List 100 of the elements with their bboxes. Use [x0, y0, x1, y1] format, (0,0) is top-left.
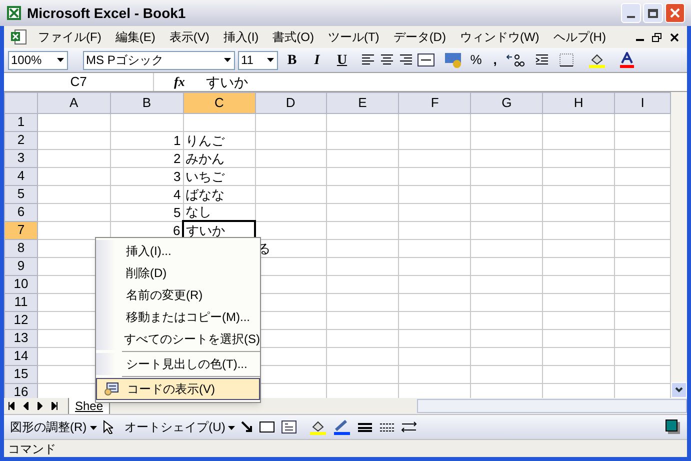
- comma-button[interactable]: ,: [488, 50, 502, 70]
- row-header[interactable]: 5: [4, 185, 38, 203]
- row-header[interactable]: 10: [4, 275, 38, 293]
- column-header[interactable]: F: [398, 92, 471, 113]
- rectangle-icon[interactable]: [259, 421, 276, 433]
- font-dropdown[interactable]: MS Pゴシック: [83, 50, 235, 70]
- menu-item[interactable]: 編集(E): [109, 28, 162, 46]
- row-header[interactable]: 14: [4, 347, 38, 365]
- column-header[interactable]: D: [255, 92, 326, 113]
- cell-text: 4: [172, 186, 182, 202]
- cell-text: 1: [172, 132, 182, 148]
- menu-item[interactable]: ファイル(F): [32, 28, 108, 46]
- menu-item[interactable]: 表示(V): [163, 28, 216, 46]
- context-menu-item[interactable]: 削除(D): [96, 262, 260, 284]
- row-header[interactable]: 11: [4, 293, 38, 311]
- cell-text: りんご: [184, 132, 226, 148]
- context-menu-item[interactable]: 移動またはコピー(M)...: [96, 306, 260, 328]
- row-header[interactable]: 16: [4, 383, 38, 398]
- indent-icon[interactable]: [534, 53, 550, 67]
- fill-color-icon[interactable]: [309, 419, 328, 435]
- dropdown-value: MS Pゴシック: [86, 52, 164, 69]
- arrow-icon[interactable]: [241, 421, 254, 433]
- context-menu-item[interactable]: シート見出しの色(T)...: [96, 353, 260, 375]
- merge-center-icon[interactable]: [417, 53, 435, 67]
- menu-item[interactable]: 書式(O): [266, 28, 320, 46]
- formula-input[interactable]: すいか: [204, 72, 687, 92]
- workbook-icon[interactable]: [10, 29, 28, 45]
- pointer-icon[interactable]: [102, 420, 113, 434]
- column-header[interactable]: E: [326, 92, 399, 113]
- bold-button[interactable]: B: [281, 50, 303, 70]
- shadow-icon[interactable]: [665, 419, 681, 435]
- text-box-icon[interactable]: [281, 420, 298, 434]
- row-header[interactable]: 2: [4, 131, 38, 149]
- cell-text: いちご: [184, 168, 226, 184]
- menu-item[interactable]: ウィンドウ(W): [454, 28, 546, 46]
- row-header[interactable]: 6: [4, 203, 38, 221]
- column-header[interactable]: I: [614, 92, 670, 113]
- dropdown-value: 100%: [11, 52, 42, 69]
- menu-item[interactable]: 挿入(I): [217, 28, 265, 46]
- status-text: コマンド: [8, 440, 56, 457]
- italic-button[interactable]: I: [306, 50, 328, 70]
- line-color-icon[interactable]: [333, 419, 352, 435]
- dropdown-arrow-icon: [90, 426, 97, 430]
- row-header[interactable]: 12: [4, 311, 38, 329]
- close-button[interactable]: [665, 3, 685, 23]
- restore-icon[interactable]: [652, 32, 662, 42]
- window-title: Microsoft Excel - Book1: [27, 4, 186, 22]
- menu-item[interactable]: データ(D): [387, 28, 452, 46]
- close-icon[interactable]: [670, 32, 679, 42]
- arrow-style-icon[interactable]: [401, 421, 418, 433]
- cell-text: ばなな: [184, 186, 226, 202]
- cell-text: すいか: [185, 222, 226, 238]
- zoom-dropdown[interactable]: 100%: [8, 50, 68, 70]
- line-style-icon[interactable]: [357, 421, 374, 433]
- minimize-button[interactable]: [621, 3, 641, 23]
- dropdown-arrow-icon[interactable]: [267, 58, 274, 62]
- column-header[interactable]: H: [542, 92, 615, 113]
- dropdown-arrow-icon: [228, 426, 236, 430]
- font-size-dropdown[interactable]: 11: [238, 50, 278, 70]
- column-header[interactable]: G: [470, 92, 543, 113]
- dropdown-arrow-icon[interactable]: [224, 58, 231, 62]
- autoshapes-button[interactable]: オートシェイプ(U): [124, 418, 236, 436]
- borders-icon[interactable]: [559, 53, 575, 67]
- dash-style-icon[interactable]: [379, 421, 396, 433]
- align-right-icon[interactable]: [398, 53, 414, 67]
- row-header[interactable]: 1: [4, 113, 38, 131]
- insert-function-button[interactable]: fx: [174, 72, 204, 92]
- horizontal-scrollbar[interactable]: [417, 399, 687, 413]
- context-menu-item[interactable]: 挿入(I)...: [96, 240, 260, 262]
- align-center-icon[interactable]: [379, 53, 395, 67]
- maximize-button[interactable]: [643, 3, 663, 23]
- underline-button[interactable]: U: [331, 50, 353, 70]
- menu-item[interactable]: ヘルプ(H): [547, 28, 612, 46]
- name-box[interactable]: C7: [4, 73, 154, 91]
- vertical-scrollbar[interactable]: [671, 92, 687, 398]
- column-header[interactable]: C: [183, 92, 256, 113]
- font-color-icon[interactable]: [619, 52, 635, 68]
- row-header[interactable]: 9: [4, 257, 38, 275]
- close-icon: [670, 8, 680, 18]
- column-header[interactable]: A: [37, 92, 110, 113]
- context-menu-item[interactable]: コードの表示(V): [96, 378, 260, 400]
- align-left-icon[interactable]: [360, 53, 376, 67]
- draw-menu-button[interactable]: 図形の調整(R): [10, 418, 97, 436]
- cell-text: 2: [172, 150, 182, 166]
- menu-item[interactable]: ツール(T): [322, 28, 386, 46]
- row-header[interactable]: 13: [4, 329, 38, 347]
- row-header[interactable]: 7: [4, 221, 38, 239]
- row-header[interactable]: 3: [4, 149, 38, 167]
- row-header[interactable]: 4: [4, 167, 38, 185]
- context-menu-item[interactable]: すべてのシートを選択(S): [96, 328, 260, 350]
- percent-button[interactable]: %: [467, 50, 485, 70]
- column-header[interactable]: B: [110, 92, 184, 113]
- dropdown-value: 11: [241, 52, 254, 69]
- row-header[interactable]: 8: [4, 239, 38, 257]
- context-menu-item[interactable]: 名前の変更(R): [96, 284, 260, 306]
- fill-color-icon[interactable]: [588, 52, 606, 68]
- dropdown-arrow-icon[interactable]: [57, 58, 64, 62]
- increase-decimal-icon[interactable]: [505, 53, 525, 67]
- row-header[interactable]: 15: [4, 365, 38, 383]
- cell-text: 5: [172, 204, 182, 220]
